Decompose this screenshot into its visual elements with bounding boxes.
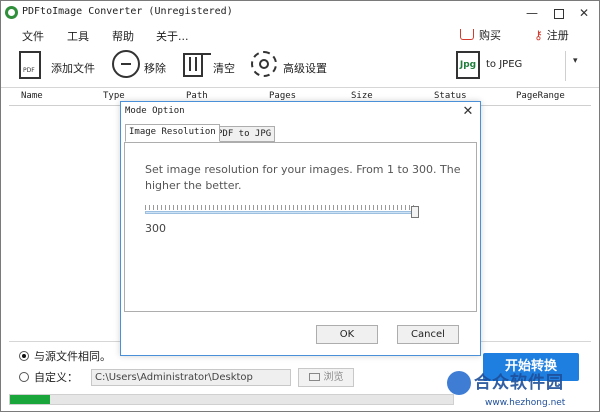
- advanced-settings-label: 高级设置: [283, 62, 327, 75]
- menu-about[interactable]: 关于...: [156, 28, 189, 44]
- column-type[interactable]: Type: [103, 91, 125, 101]
- same-as-source-radio[interactable]: [19, 351, 29, 361]
- browse-label: 浏览: [323, 372, 344, 383]
- app-window: PDFtoImage Converter (Unregistered) — ✕ …: [0, 0, 600, 412]
- tab-image-resolution[interactable]: Image Resolution: [125, 124, 220, 142]
- cart-icon: [460, 29, 474, 40]
- column-size[interactable]: Size: [351, 91, 373, 101]
- browse-button[interactable]: 浏览: [298, 368, 354, 387]
- slider-handle[interactable]: [411, 206, 419, 218]
- register-label: 注册: [546, 29, 569, 42]
- register-link[interactable]: ⚷ 注册: [534, 27, 569, 43]
- clear-button[interactable]: 清空: [181, 49, 241, 83]
- progress-bar: [9, 394, 454, 405]
- menu-file[interactable]: 文件: [22, 28, 44, 44]
- watermark-url: www.hezhong.net: [485, 398, 566, 408]
- buy-label: 购买: [479, 29, 501, 42]
- minimize-button[interactable]: —: [519, 3, 545, 23]
- remove-button[interactable]: 移除: [112, 49, 172, 83]
- watermark-logo-icon: [447, 371, 471, 395]
- close-button[interactable]: ✕: [571, 3, 597, 23]
- buy-link[interactable]: 购买: [460, 27, 501, 43]
- minus-circle-icon: [112, 50, 140, 78]
- title-bar: PDFtoImage Converter (Unregistered) — ✕: [1, 1, 599, 25]
- tab-pdf-to-jpg[interactable]: PDF to JPG: [213, 126, 276, 142]
- remove-label: 移除: [144, 62, 166, 75]
- column-name[interactable]: Name: [21, 91, 43, 101]
- pdf-icon-text: PDF: [23, 67, 35, 74]
- resolution-slider[interactable]: [145, 211, 415, 214]
- watermark-text: 合众软件园: [474, 373, 564, 393]
- resolution-value: 300: [145, 222, 166, 235]
- pdf-file-icon: PDF: [19, 51, 41, 79]
- app-logo-icon: [5, 6, 18, 19]
- chevron-down-icon[interactable]: ▾: [573, 56, 578, 66]
- maximize-icon: [554, 8, 564, 19]
- maximize-button[interactable]: [546, 3, 572, 23]
- toolbar-divider: [565, 51, 566, 81]
- key-icon: ⚷: [534, 28, 543, 42]
- column-pagerange[interactable]: PageRange: [516, 91, 565, 101]
- dialog-close-button[interactable]: ✕: [458, 103, 478, 121]
- custom-path-radio[interactable]: [19, 372, 29, 382]
- menu-tools[interactable]: 工具: [67, 28, 89, 44]
- jpg-file-icon: Jpg: [456, 51, 480, 79]
- custom-path-label: 自定义：: [34, 371, 78, 384]
- column-path[interactable]: Path: [186, 91, 208, 101]
- same-as-source-label: 与源文件相同。: [34, 350, 111, 363]
- cancel-button[interactable]: Cancel: [397, 325, 459, 344]
- menu-bar: 文件 工具 帮助 关于... 购买 ⚷ 注册: [1, 25, 599, 45]
- resolution-description: Set image resolution for your images. Fr…: [145, 163, 461, 192]
- add-file-button[interactable]: PDF 添加文件: [19, 49, 101, 83]
- output-format-label: to JPEG: [486, 59, 523, 70]
- output-format-button[interactable]: Jpg to JPEG: [454, 49, 564, 83]
- column-pages[interactable]: Pages: [269, 91, 296, 101]
- image-resolution-pane: Set image resolution for your images. Fr…: [124, 142, 477, 312]
- window-title: PDFtoImage Converter (Unregistered): [22, 6, 233, 17]
- ok-button[interactable]: OK: [316, 325, 378, 344]
- trash-icon: [183, 53, 211, 77]
- dialog-title: Mode Option: [125, 106, 185, 116]
- advanced-settings-button[interactable]: 高级设置: [251, 49, 333, 83]
- menu-help[interactable]: 帮助: [112, 28, 134, 44]
- output-path-input[interactable]: C:\Users\Administrator\Desktop: [91, 369, 291, 386]
- gear-icon: [251, 51, 277, 77]
- add-file-label: 添加文件: [51, 62, 95, 75]
- folder-icon: [308, 373, 320, 381]
- slider-ticks: [145, 205, 415, 210]
- clear-label: 清空: [213, 62, 235, 75]
- toolbar: PDF 添加文件 移除 清空 高级设置 Jpg to JPEG ▾: [1, 45, 599, 88]
- progress-fill: [10, 395, 50, 404]
- column-status[interactable]: Status: [434, 91, 467, 101]
